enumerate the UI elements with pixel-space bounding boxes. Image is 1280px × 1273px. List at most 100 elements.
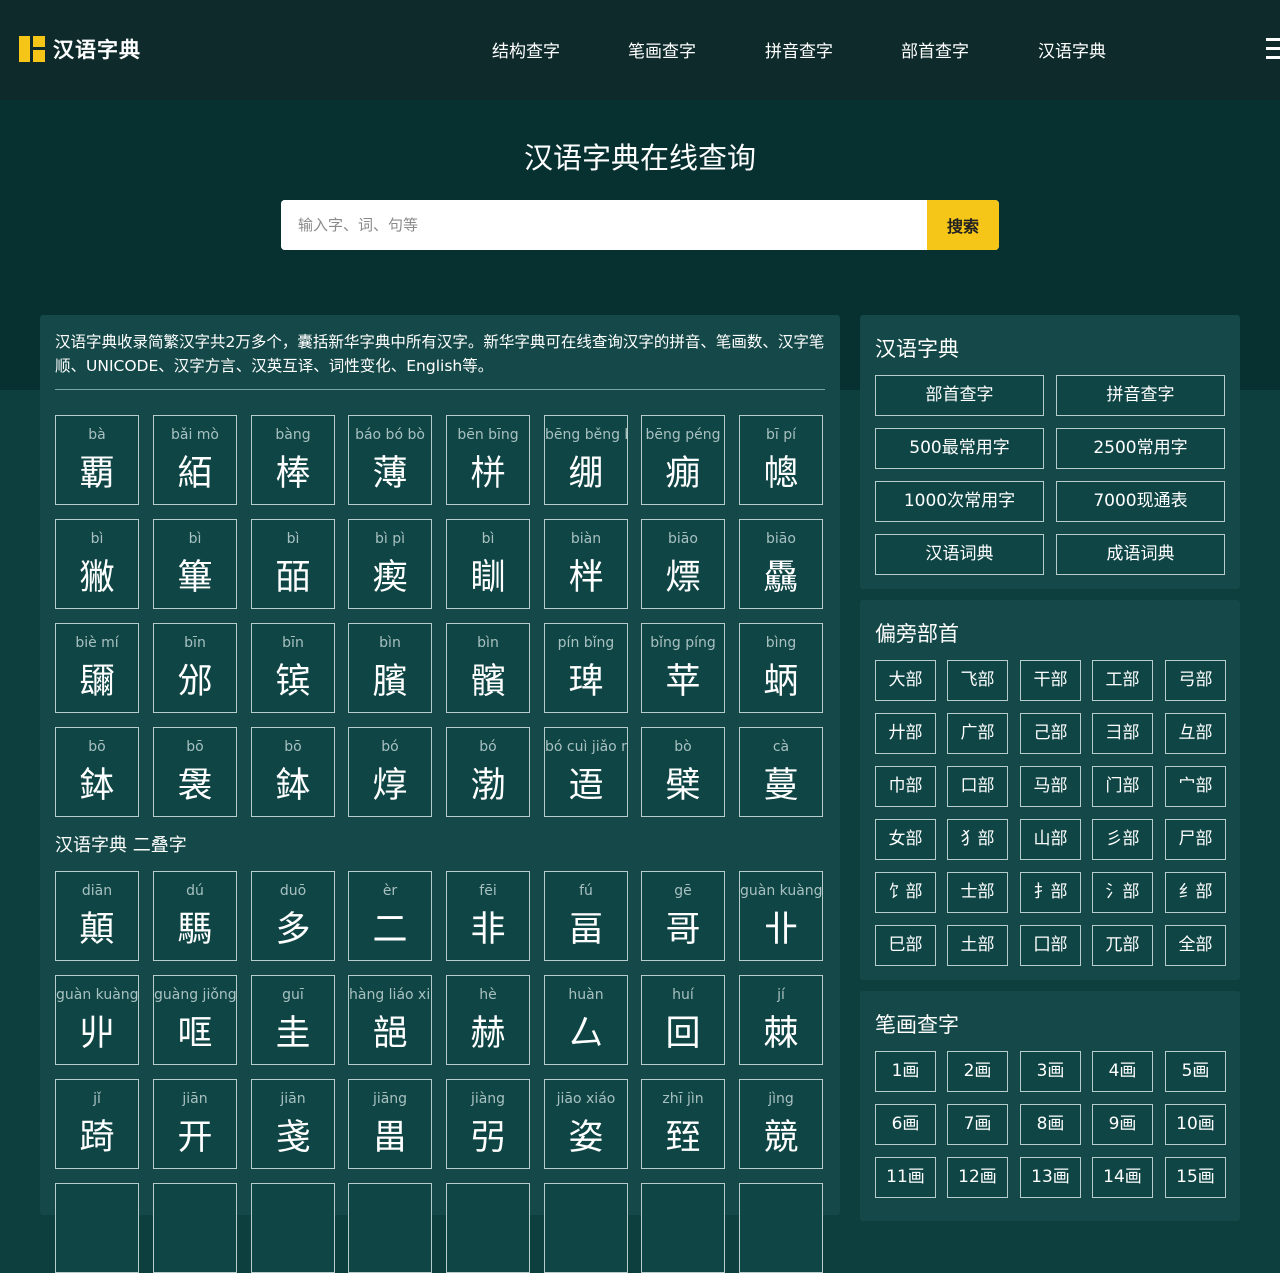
character-card[interactable]: guàn kuàng 卝 <box>739 871 823 961</box>
radical-button[interactable]: 全部 <box>1165 925 1226 966</box>
character-card[interactable]: gē 哥 <box>641 871 725 961</box>
character-card[interactable]: jiāng 畕 <box>348 1079 432 1169</box>
nav-structure-lookup[interactable]: 结构查字 <box>492 37 560 62</box>
radical-button[interactable]: 士部 <box>947 872 1008 913</box>
character-card[interactable] <box>739 1183 823 1273</box>
character-card[interactable]: fú 畐 <box>544 871 628 961</box>
radical-button[interactable]: 犭部 <box>947 819 1008 860</box>
radical-button[interactable]: 飞部 <box>947 660 1008 701</box>
character-card[interactable]: jǐ 踦 <box>55 1079 139 1169</box>
character-card[interactable]: diān 顛 <box>55 871 139 961</box>
radical-button[interactable]: 己部 <box>1020 713 1081 754</box>
character-card[interactable]: bìn 髕 <box>446 623 530 713</box>
character-card[interactable] <box>446 1183 530 1273</box>
character-card[interactable]: báo bó bò 薄 <box>348 415 432 505</box>
character-card[interactable]: huàn 厶 <box>544 975 628 1065</box>
stroke-count-button[interactable]: 3画 <box>1020 1051 1081 1092</box>
character-card[interactable] <box>55 1183 139 1273</box>
stroke-count-button[interactable]: 9画 <box>1092 1104 1153 1145</box>
stroke-count-button[interactable]: 13画 <box>1020 1157 1081 1198</box>
radical-button[interactable]: 饣部 <box>875 872 936 913</box>
character-card[interactable]: hè 赫 <box>446 975 530 1065</box>
character-card[interactable]: èr 二 <box>348 871 432 961</box>
radical-button[interactable]: 彐部 <box>1092 713 1153 754</box>
nav-radical-lookup[interactable]: 部首查字 <box>901 37 969 62</box>
search-button[interactable]: 搜索 <box>927 200 999 250</box>
character-card[interactable]: bō 鉢 <box>251 727 335 817</box>
stroke-count-button[interactable]: 8画 <box>1020 1104 1081 1145</box>
stroke-count-button[interactable]: 7画 <box>947 1104 1008 1145</box>
character-card[interactable]: biāo 驫 <box>739 519 823 609</box>
character-card[interactable] <box>251 1183 335 1273</box>
dictionary-link-button[interactable]: 部首查字 <box>875 375 1044 416</box>
radical-button[interactable]: 宀部 <box>1165 766 1226 807</box>
character-card[interactable]: jiān 戔 <box>251 1079 335 1169</box>
character-card[interactable]: bì 瞓 <box>446 519 530 609</box>
dictionary-link-button[interactable]: 2500常用字 <box>1056 428 1225 469</box>
radical-button[interactable]: 土部 <box>947 925 1008 966</box>
character-card[interactable]: bó 焞 <box>348 727 432 817</box>
radical-button[interactable]: 巳部 <box>875 925 936 966</box>
nav-stroke-lookup[interactable]: 笔画查字 <box>628 37 696 62</box>
character-card[interactable]: dú 騳 <box>153 871 237 961</box>
stroke-count-button[interactable]: 4画 <box>1092 1051 1153 1092</box>
stroke-count-button[interactable]: 11画 <box>875 1157 936 1198</box>
character-card[interactable]: bī pí 幒 <box>739 415 823 505</box>
character-card[interactable]: bò 檗 <box>641 727 725 817</box>
character-card[interactable]: cà 蔓 <box>739 727 823 817</box>
radical-button[interactable]: 工部 <box>1092 660 1153 701</box>
radical-button[interactable]: 弓部 <box>1165 660 1226 701</box>
radical-button[interactable]: 扌部 <box>1020 872 1081 913</box>
character-card[interactable]: bì 皕 <box>251 519 335 609</box>
character-card[interactable]: bì 獙 <box>55 519 139 609</box>
character-card[interactable]: bēn bīng 栟 <box>446 415 530 505</box>
character-card[interactable]: bō 袰 <box>153 727 237 817</box>
hamburger-menu-icon[interactable] <box>1266 38 1280 60</box>
dictionary-link-button[interactable]: 拼音查字 <box>1056 375 1225 416</box>
character-card[interactable]: biè mí 镾 <box>55 623 139 713</box>
radical-button[interactable]: 尸部 <box>1165 819 1226 860</box>
stroke-count-button[interactable]: 6画 <box>875 1104 936 1145</box>
character-card[interactable]: bìn 臏 <box>348 623 432 713</box>
radical-button[interactable]: 兀部 <box>1092 925 1153 966</box>
character-card[interactable] <box>153 1183 237 1273</box>
dictionary-link-button[interactable]: 1000次常用字 <box>875 481 1044 522</box>
character-card[interactable]: bì 篳 <box>153 519 237 609</box>
character-card[interactable]: jí 棘 <box>739 975 823 1065</box>
character-card[interactable]: duō 多 <box>251 871 335 961</box>
radical-button[interactable]: 囗部 <box>1020 925 1081 966</box>
character-card[interactable]: bēng běng bèng 绷 <box>544 415 628 505</box>
radical-button[interactable]: 山部 <box>1020 819 1081 860</box>
radical-button[interactable]: 口部 <box>947 766 1008 807</box>
radical-button[interactable]: 廾部 <box>875 713 936 754</box>
character-card[interactable]: bīn 邠 <box>153 623 237 713</box>
stroke-count-button[interactable]: 15画 <box>1165 1157 1226 1198</box>
stroke-count-button[interactable]: 12画 <box>947 1157 1008 1198</box>
character-card[interactable]: bǐng píng 苹 <box>641 623 725 713</box>
dictionary-link-button[interactable]: 成语词典 <box>1056 534 1225 575</box>
radical-button[interactable]: 彑部 <box>1165 713 1226 754</box>
character-card[interactable]: bìng 蛃 <box>739 623 823 713</box>
character-card[interactable]: pín bǐng 琕 <box>544 623 628 713</box>
radical-button[interactable]: 女部 <box>875 819 936 860</box>
character-card[interactable]: guàn kuàng 丱 <box>55 975 139 1065</box>
radical-button[interactable]: 纟部 <box>1165 872 1226 913</box>
radical-button[interactable]: 马部 <box>1020 766 1081 807</box>
character-card[interactable]: biàn 柈 <box>544 519 628 609</box>
character-card[interactable]: bēng péng 痭 <box>641 415 725 505</box>
radical-button[interactable]: 广部 <box>947 713 1008 754</box>
character-card[interactable]: guàng jiǒng 哐 <box>153 975 237 1065</box>
character-card[interactable]: bó 渤 <box>446 727 530 817</box>
nav-chinese-dictionary[interactable]: 汉语字典 <box>1038 37 1106 62</box>
character-card[interactable]: bō 鉢 <box>55 727 139 817</box>
stroke-count-button[interactable]: 10画 <box>1165 1104 1226 1145</box>
dictionary-link-button[interactable]: 500最常用字 <box>875 428 1044 469</box>
character-card[interactable]: jiàng 弜 <box>446 1079 530 1169</box>
character-card[interactable] <box>641 1183 725 1273</box>
character-card[interactable] <box>348 1183 432 1273</box>
dictionary-link-button[interactable]: 汉语词典 <box>875 534 1044 575</box>
character-card[interactable]: jiān 开 <box>153 1079 237 1169</box>
stroke-count-button[interactable]: 14画 <box>1092 1157 1153 1198</box>
radical-button[interactable]: 巾部 <box>875 766 936 807</box>
character-card[interactable]: jiāo xiáo 姿 <box>544 1079 628 1169</box>
